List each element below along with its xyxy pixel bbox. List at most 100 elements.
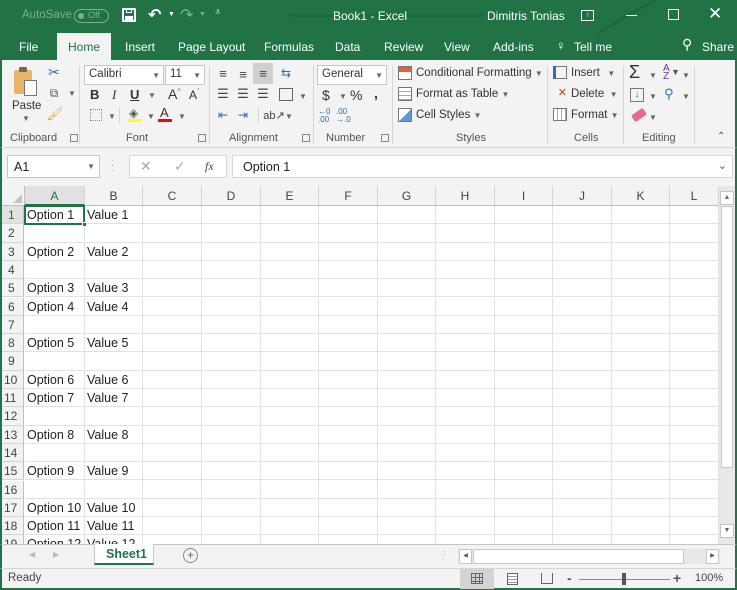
zoom-slider-thumb[interactable]: [622, 573, 626, 585]
fill-color-icon[interactable]: ◈: [128, 106, 142, 122]
cell-e3[interactable]: [261, 242, 319, 261]
cell-i18[interactable]: [495, 517, 553, 536]
find-select-icon[interactable]: ⚲: [664, 86, 674, 102]
row-header[interactable]: 2: [2, 224, 24, 243]
cell-e14[interactable]: [261, 443, 319, 463]
cell-f14[interactable]: [319, 443, 378, 463]
cell-i15[interactable]: [495, 462, 553, 481]
cell-d8[interactable]: [202, 334, 261, 353]
decrease-decimal-icon[interactable]: .00 →.0: [336, 108, 351, 124]
name-box[interactable]: A1 ▼: [7, 155, 100, 178]
vertical-scroll-thumb[interactable]: [721, 206, 733, 468]
cell-b3[interactable]: Value 2: [85, 242, 143, 261]
tab-insert[interactable]: Insert: [125, 40, 155, 54]
row-header[interactable]: 4: [2, 260, 24, 280]
tab-add-ins[interactable]: Add-ins: [493, 40, 534, 54]
merge-center-icon[interactable]: [279, 88, 293, 101]
cell-e17[interactable]: [261, 498, 319, 518]
cell-e16[interactable]: [261, 480, 319, 499]
cell-e10[interactable]: [261, 370, 319, 389]
column-header-f[interactable]: F: [319, 186, 378, 206]
cell-l11[interactable]: [670, 389, 719, 408]
cell-d17[interactable]: [202, 498, 261, 518]
cell-k5[interactable]: [612, 279, 670, 298]
cell-b9[interactable]: [85, 352, 143, 371]
cell-j6[interactable]: [553, 297, 612, 316]
column-header-a[interactable]: A: [25, 186, 85, 206]
cell-l8[interactable]: [670, 334, 719, 353]
cell-i10[interactable]: [495, 370, 553, 389]
cell-h10[interactable]: [436, 370, 495, 389]
cell-i3[interactable]: [495, 242, 553, 261]
cell-c7[interactable]: [143, 315, 202, 335]
cell-f1[interactable]: [319, 206, 378, 225]
cell-l10[interactable]: [670, 370, 719, 389]
fill-dropdown-icon[interactable]: ▼: [649, 92, 657, 101]
column-header-k[interactable]: K: [612, 186, 670, 206]
maximize-icon[interactable]: [668, 9, 679, 20]
cell-d1[interactable]: [202, 206, 261, 225]
column-header-b[interactable]: B: [85, 186, 143, 206]
row-header[interactable]: 1: [2, 206, 24, 225]
cell-h11[interactable]: [436, 389, 495, 408]
cell-k19[interactable]: [612, 535, 670, 544]
row-header[interactable]: 5: [2, 279, 24, 298]
scroll-down-button[interactable]: ▼: [720, 524, 734, 538]
cell-d12[interactable]: [202, 407, 261, 426]
column-header-g[interactable]: G: [378, 186, 436, 206]
cell-a18[interactable]: Option 11: [25, 517, 85, 536]
cell-i13[interactable]: [495, 425, 553, 444]
cell-h13[interactable]: [436, 425, 495, 444]
cell-k3[interactable]: [612, 242, 670, 261]
cell-d18[interactable]: [202, 517, 261, 536]
cell-g19[interactable]: [378, 535, 436, 544]
tab-view[interactable]: View: [444, 40, 470, 54]
comma-button[interactable]: ,: [374, 85, 378, 101]
formula-input[interactable]: Option 1 ⌄: [232, 155, 733, 178]
cell-j5[interactable]: [553, 279, 612, 298]
font-color-dropdown-icon[interactable]: ▼: [178, 112, 186, 121]
cell-h16[interactable]: [436, 480, 495, 499]
cell-styles-icon[interactable]: [398, 108, 412, 122]
next-sheet-icon[interactable]: ▶: [53, 550, 59, 559]
cell-f10[interactable]: [319, 370, 378, 389]
row-header[interactable]: 16: [2, 480, 24, 499]
cell-d19[interactable]: [202, 535, 261, 544]
cell-b7[interactable]: [85, 315, 143, 335]
cell-e8[interactable]: [261, 334, 319, 353]
zoom-level[interactable]: 100%: [695, 572, 723, 584]
cell-f19[interactable]: [319, 535, 378, 544]
format-as-table-button[interactable]: Format as Table ▼: [416, 88, 509, 100]
redo-icon[interactable]: ↷: [180, 5, 193, 25]
cell-f5[interactable]: [319, 279, 378, 298]
cell-g12[interactable]: [378, 407, 436, 426]
cut-icon[interactable]: ✂: [46, 64, 62, 80]
cell-k9[interactable]: [612, 352, 670, 371]
copy-icon[interactable]: ⧉: [46, 85, 62, 101]
align-right-icon[interactable]: ☰: [255, 86, 271, 102]
row-header[interactable]: 9: [2, 352, 24, 371]
delete-cells-button[interactable]: Delete ▼: [571, 88, 618, 100]
cell-i7[interactable]: [495, 315, 553, 335]
cell-j7[interactable]: [553, 315, 612, 335]
cell-g1[interactable]: [378, 206, 436, 225]
cell-l17[interactable]: [670, 498, 719, 518]
cell-j11[interactable]: [553, 389, 612, 408]
cell-j4[interactable]: [553, 260, 612, 280]
borders-dropdown-icon[interactable]: ▼: [108, 112, 116, 121]
cell-h4[interactable]: [436, 260, 495, 280]
cell-k12[interactable]: [612, 407, 670, 426]
currency-dropdown-icon[interactable]: ▼: [339, 92, 347, 101]
cell-j10[interactable]: [553, 370, 612, 389]
row-header[interactable]: 7: [2, 315, 24, 335]
cell-l12[interactable]: [670, 407, 719, 426]
cell-h15[interactable]: [436, 462, 495, 481]
cell-a2[interactable]: [25, 224, 85, 243]
cell-c5[interactable]: [143, 279, 202, 298]
cell-l15[interactable]: [670, 462, 719, 481]
row-header[interactable]: 6: [2, 297, 24, 316]
cell-b13[interactable]: Value 8: [85, 425, 143, 444]
cell-g14[interactable]: [378, 443, 436, 463]
cell-l14[interactable]: [670, 443, 719, 463]
tab-page-layout[interactable]: Page Layout: [178, 40, 245, 54]
